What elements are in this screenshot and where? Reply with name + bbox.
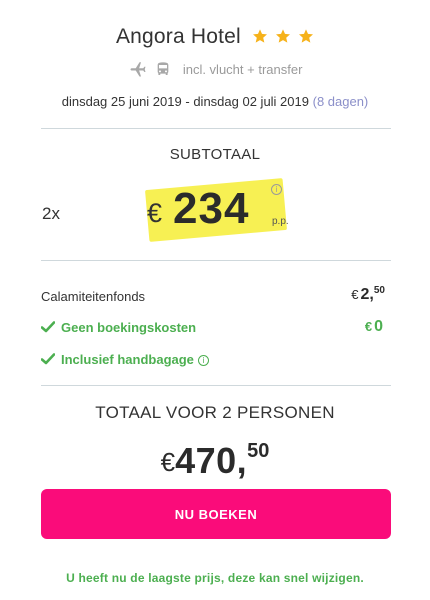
booking-costs-amount: 0 (374, 318, 383, 335)
no-booking-costs-row: Geen boekingskosten €0 (41, 318, 391, 336)
no-booking-costs-label: Geen boekingskosten (61, 320, 197, 335)
hand-luggage-label: Inclusief handbagage (61, 352, 194, 367)
included-services-label: incl. vlucht + transfer (182, 61, 303, 77)
bus-icon (157, 62, 169, 75)
booking-costs-value: €0 (365, 318, 383, 336)
price-info-icon[interactable]: i (271, 184, 282, 195)
star-rating (251, 24, 314, 48)
star-icon (299, 29, 314, 44)
hand-luggage-row: Inclusief handbagage i (41, 352, 391, 367)
hotel-name: Angora Hotel (115, 25, 241, 48)
travel-dates: dinsdag 25 juni 2019 - dinsdag 02 juli 2… (0, 94, 430, 109)
divider (41, 385, 391, 386)
booking-summary-card: Angora Hotel incl. vlucht + transfer din… (0, 0, 430, 600)
divider (41, 260, 391, 261)
star-icon (252, 29, 267, 44)
book-now-button[interactable]: NU BOEKEN (41, 489, 391, 539)
calamity-fund-whole: 2, (360, 286, 374, 303)
quantity-label: 2x (42, 204, 60, 223)
hand-luggage-info-icon[interactable]: i (197, 355, 209, 366)
total-heading: TOTAAL VOOR 2 PERSONEN (95, 403, 335, 422)
booking-costs-currency: € (364, 319, 373, 334)
star-icon (276, 29, 291, 44)
end-date: dinsdag 02 juli 2019 (193, 94, 309, 109)
date-separator: - (185, 94, 190, 109)
checkmark-icon (41, 321, 55, 333)
plane-icon (130, 62, 146, 77)
divider (41, 128, 391, 129)
calamity-fund-label: Calamiteitenfonds (41, 289, 146, 304)
trip-duration: (8 dagen) (312, 94, 369, 109)
hotel-title: Angora Hotel (0, 24, 430, 49)
subtotal-price: € 234 i (143, 178, 293, 244)
included-services: incl. vlucht + transfer (0, 60, 430, 78)
total-price: €470,50 (0, 440, 430, 482)
checkmark-icon (41, 353, 55, 365)
total-whole: 470, (175, 440, 248, 481)
price-amount: 234 (173, 184, 250, 233)
price-currency: € (147, 198, 163, 228)
total-cents: 50 (247, 440, 270, 462)
calamity-fund-value: €2,50 (351, 285, 385, 304)
calamity-fund-cents: 50 (373, 285, 385, 296)
total-currency: € (160, 447, 176, 477)
per-person-label: p.p. (272, 216, 289, 227)
subtotal-heading: SUBTOTAAL (169, 146, 261, 163)
calamity-fund-currency: € (351, 287, 359, 302)
start-date: dinsdag 25 juni 2019 (61, 94, 182, 109)
lowest-price-note: U heeft nu de laagste prijs, deze kan sn… (66, 571, 364, 585)
